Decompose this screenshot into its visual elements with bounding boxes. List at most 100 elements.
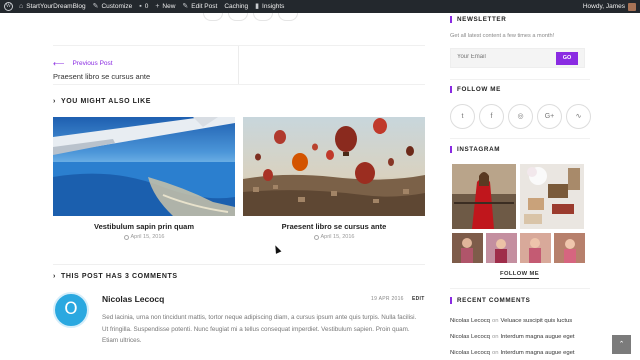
recent-comment-post[interactable]: Interdum magna augue eget bbox=[501, 350, 575, 356]
recent-comment-item: Nicolas Lecocq on Interdum magna augue ege… bbox=[450, 350, 590, 356]
related-posts-heading: › YOU MIGHT ALSO LIKE bbox=[53, 98, 151, 105]
share-buttons-edge bbox=[203, 13, 303, 21]
comment-author[interactable]: Nicolas Lecocq bbox=[102, 294, 164, 304]
mouse-cursor-icon bbox=[272, 244, 282, 254]
related-post-image-balloons[interactable] bbox=[243, 117, 425, 216]
related-post-date-label: April 15, 2016 bbox=[320, 234, 355, 240]
comments-heading: › THIS POST HAS 3 COMMENTS bbox=[53, 273, 178, 280]
site-name-label: StartYourDreamBlog bbox=[26, 3, 86, 10]
instagram-follow-link[interactable]: FOLLOW ME bbox=[500, 271, 540, 279]
admin-bar-caching[interactable]: Caching bbox=[224, 3, 248, 10]
newsletter-widget-title: NEWSLETTER bbox=[450, 16, 506, 23]
instagram-photo[interactable] bbox=[554, 233, 585, 263]
related-heading-label: YOU MIGHT ALSO LIKE bbox=[60, 98, 152, 105]
follow-title: FOLLOW ME bbox=[457, 86, 501, 93]
previous-post-link[interactable]: ⟵ Previous Post bbox=[53, 59, 113, 68]
share-button-edge[interactable] bbox=[203, 13, 223, 21]
share-button-edge[interactable] bbox=[228, 13, 248, 21]
recent-comment-post[interactable]: Veluace suscipit quis luctus bbox=[501, 318, 573, 324]
recent-comment-on: on bbox=[491, 334, 499, 340]
related-post-card[interactable]: Praesent libro se cursus ante April 15, … bbox=[243, 117, 425, 240]
admin-bar-account[interactable]: Howdy, James bbox=[582, 2, 636, 11]
title-accent-bar bbox=[450, 297, 452, 304]
instagram-photo[interactable] bbox=[520, 233, 551, 263]
previous-post-title[interactable]: Praesent libro se cursus ante bbox=[53, 72, 150, 81]
rss-icon[interactable]: ∿ bbox=[566, 104, 591, 129]
newsletter-description: Get all latest content a few times a mon… bbox=[450, 33, 555, 39]
comment-text: Sed lacinia, urna non tincidunt mattis, … bbox=[102, 314, 417, 344]
main-content: ⟵ Previous Post Praesent libro se cursus… bbox=[53, 13, 425, 360]
related-post-card[interactable]: Vestibulum sapin prin quam April 15, 201… bbox=[53, 117, 235, 240]
facebook-icon[interactable]: f bbox=[479, 104, 504, 129]
admin-bar-comments[interactable]: ▪ 0 bbox=[139, 3, 148, 10]
admin-bar-site-name[interactable]: ⌂ StartYourDreamBlog bbox=[19, 3, 86, 10]
brush-icon: ✎ bbox=[92, 3, 99, 10]
comments-count: 0 bbox=[144, 3, 149, 10]
subscribe-go-button[interactable]: GO bbox=[556, 52, 578, 65]
instagram-photo[interactable] bbox=[520, 164, 584, 229]
title-accent-bar bbox=[450, 16, 452, 23]
email-field[interactable] bbox=[457, 54, 547, 60]
recent-comments-title: RECENT COMMENTS bbox=[457, 297, 531, 304]
chart-icon: ▮ bbox=[255, 3, 260, 10]
recent-comments-widget-title: RECENT COMMENTS bbox=[450, 297, 530, 304]
edit-post-label: Edit Post bbox=[191, 3, 218, 10]
recent-comment-post[interactable]: Interdum magna augue eget bbox=[501, 334, 575, 340]
caching-label: Caching bbox=[224, 3, 249, 10]
title-accent-bar bbox=[450, 146, 452, 153]
comments-heading-label: THIS POST HAS 3 COMMENTS bbox=[60, 273, 178, 280]
instagram-photo[interactable] bbox=[452, 233, 483, 263]
instagram-photo[interactable] bbox=[486, 233, 517, 263]
newsletter-title: NEWSLETTER bbox=[457, 16, 507, 23]
related-post-image-airplane[interactable] bbox=[53, 117, 235, 216]
widget-divider bbox=[450, 79, 590, 80]
admin-bar-insights[interactable]: ▮ Insights bbox=[255, 3, 284, 10]
new-label: New bbox=[162, 3, 176, 10]
admin-bar-new[interactable]: + New bbox=[155, 3, 175, 10]
chevron-right-icon: › bbox=[53, 273, 56, 280]
comment-bubble-icon: ▪ bbox=[139, 3, 142, 10]
previous-post-label: Previous Post bbox=[72, 60, 113, 67]
recent-comment-author[interactable]: Nicolas Lecocq bbox=[450, 318, 490, 324]
related-post-title[interactable]: Praesent libro se cursus ante bbox=[243, 222, 425, 231]
instagram-photo[interactable] bbox=[452, 164, 516, 229]
related-post-date: April 15, 2016 bbox=[243, 234, 425, 240]
post-navigation: ⟵ Previous Post Praesent libro se cursus… bbox=[53, 45, 425, 85]
pencil-icon: ✎ bbox=[182, 3, 189, 10]
recent-comment-on: on bbox=[491, 318, 499, 324]
twitter-icon[interactable]: t bbox=[450, 104, 475, 129]
recent-comment-item: Nicolas Lecocq on Veluace suscipit quis lu… bbox=[450, 318, 590, 324]
share-button-edge[interactable] bbox=[253, 13, 273, 21]
chevron-up-icon: ⌃ bbox=[618, 341, 625, 348]
greeting-label: Howdy, James bbox=[582, 3, 625, 10]
recent-comment-author[interactable]: Nicolas Lecocq bbox=[450, 334, 490, 340]
wordpress-logo-icon[interactable]: W bbox=[4, 2, 13, 11]
recent-comment-on: on bbox=[491, 350, 499, 356]
instagram-title: INSTAGRAM bbox=[457, 146, 501, 153]
recent-comment-item: Nicolas Lecocq on Interdum magna augue ege… bbox=[450, 334, 590, 340]
title-accent-bar bbox=[450, 86, 452, 93]
comment-date: 19 APR 2016 bbox=[371, 296, 404, 302]
chevron-right-icon: › bbox=[53, 98, 56, 105]
comment-avatar: O bbox=[53, 292, 89, 328]
share-button-edge[interactable] bbox=[278, 13, 298, 21]
clock-icon bbox=[123, 234, 129, 240]
related-post-date-label: April 15, 2016 bbox=[130, 234, 165, 240]
related-post-title[interactable]: Vestibulum sapin prin quam bbox=[53, 222, 235, 231]
clock-icon bbox=[313, 234, 319, 240]
comment-edit-link[interactable]: EDIT bbox=[412, 296, 425, 302]
customize-label: Customize bbox=[101, 3, 133, 10]
scroll-to-top-button[interactable]: ⌃ bbox=[612, 335, 631, 354]
admin-bar-edit-post[interactable]: ✎ Edit Post bbox=[182, 3, 217, 10]
google-plus-icon[interactable]: G+ bbox=[537, 104, 562, 129]
arrow-left-icon: ⟵ bbox=[53, 59, 65, 68]
instagram-icon[interactable]: ◎ bbox=[508, 104, 533, 129]
insights-label: Insights bbox=[262, 3, 285, 10]
post-nav-divider bbox=[238, 46, 239, 84]
admin-bar-customize[interactable]: ✎ Customize bbox=[93, 3, 133, 10]
newsletter-form: GO bbox=[450, 48, 585, 68]
sidebar: NEWSLETTER Get all latest content a few … bbox=[450, 13, 591, 360]
user-avatar bbox=[628, 2, 636, 11]
recent-comment-author[interactable]: Nicolas Lecocq bbox=[450, 350, 490, 356]
admin-bar: W ⌂ StartYourDreamBlog ✎ Customize ▪ 0 +… bbox=[0, 0, 640, 13]
